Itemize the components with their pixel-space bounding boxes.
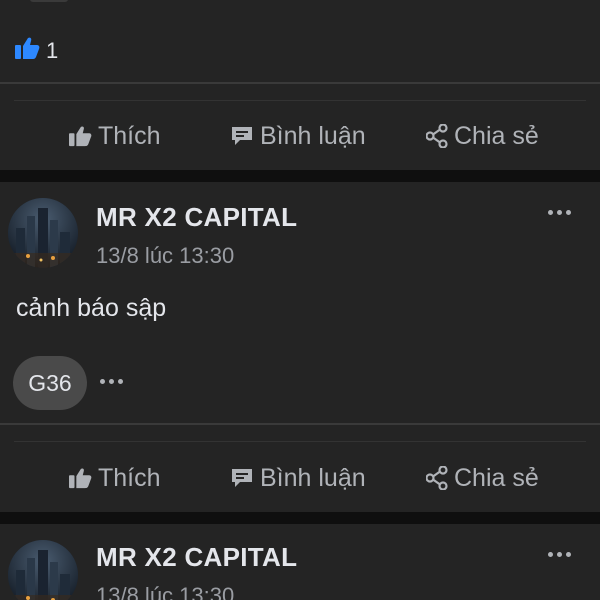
comment-icon bbox=[230, 467, 254, 489]
like-button[interactable]: Thích bbox=[68, 464, 161, 493]
post-card-previous: 1 Thích Bình luận Chia sẻ bbox=[0, 0, 600, 170]
feed-gap bbox=[0, 512, 600, 524]
like-button[interactable]: Thích bbox=[68, 122, 161, 151]
divider bbox=[14, 441, 586, 442]
divider bbox=[14, 100, 586, 101]
comment-button[interactable]: Bình luận bbox=[230, 122, 366, 151]
avatar[interactable] bbox=[8, 198, 78, 268]
like-reaction-icon bbox=[14, 36, 40, 65]
share-label: Chia sẻ bbox=[454, 463, 539, 492]
post-text: cảnh báo sập bbox=[16, 294, 167, 322]
post-author[interactable]: MR X2 CAPITAL bbox=[96, 202, 297, 233]
action-bar: Thích Bình luận Chia sẻ bbox=[0, 110, 600, 162]
comment-label: Bình luận bbox=[260, 121, 366, 150]
feed-gap bbox=[0, 170, 600, 182]
like-label: Thích bbox=[98, 463, 161, 492]
comment-icon bbox=[230, 125, 254, 147]
action-bar: Thích Bình luận Chia sẻ bbox=[0, 452, 600, 504]
previous-post-fragment bbox=[30, 0, 68, 2]
like-label: Thích bbox=[98, 121, 161, 150]
divider bbox=[0, 423, 600, 425]
share-icon bbox=[426, 124, 448, 148]
share-button[interactable]: Chia sẻ bbox=[426, 464, 539, 493]
reaction-count: 1 bbox=[46, 37, 59, 63]
share-icon bbox=[426, 466, 448, 490]
post-timestamp[interactable]: 13/8 lúc 13:30 bbox=[96, 583, 234, 600]
share-button[interactable]: Chia sẻ bbox=[426, 122, 539, 151]
thumbs-up-icon bbox=[68, 125, 92, 147]
divider bbox=[0, 82, 600, 84]
post-card: MR X2 CAPITAL 13/8 lúc 13:30 bbox=[0, 524, 600, 600]
reaction-summary[interactable]: 1 bbox=[14, 36, 58, 65]
post-card: MR X2 CAPITAL 13/8 lúc 13:30 cảnh báo sậ… bbox=[0, 182, 600, 512]
more-options-icon[interactable] bbox=[548, 210, 571, 215]
more-options-icon[interactable] bbox=[548, 552, 571, 557]
comment-label: Bình luận bbox=[260, 463, 366, 492]
comment-button[interactable]: Bình luận bbox=[230, 464, 366, 493]
share-label: Chia sẻ bbox=[454, 121, 539, 150]
thumbs-up-icon bbox=[68, 467, 92, 489]
avatar[interactable] bbox=[8, 540, 78, 600]
post-timestamp[interactable]: 13/8 lúc 13:30 bbox=[96, 243, 234, 269]
more-options-icon[interactable] bbox=[100, 379, 123, 384]
post-author[interactable]: MR X2 CAPITAL bbox=[96, 542, 297, 573]
tag-chip[interactable]: G36 bbox=[13, 356, 87, 410]
